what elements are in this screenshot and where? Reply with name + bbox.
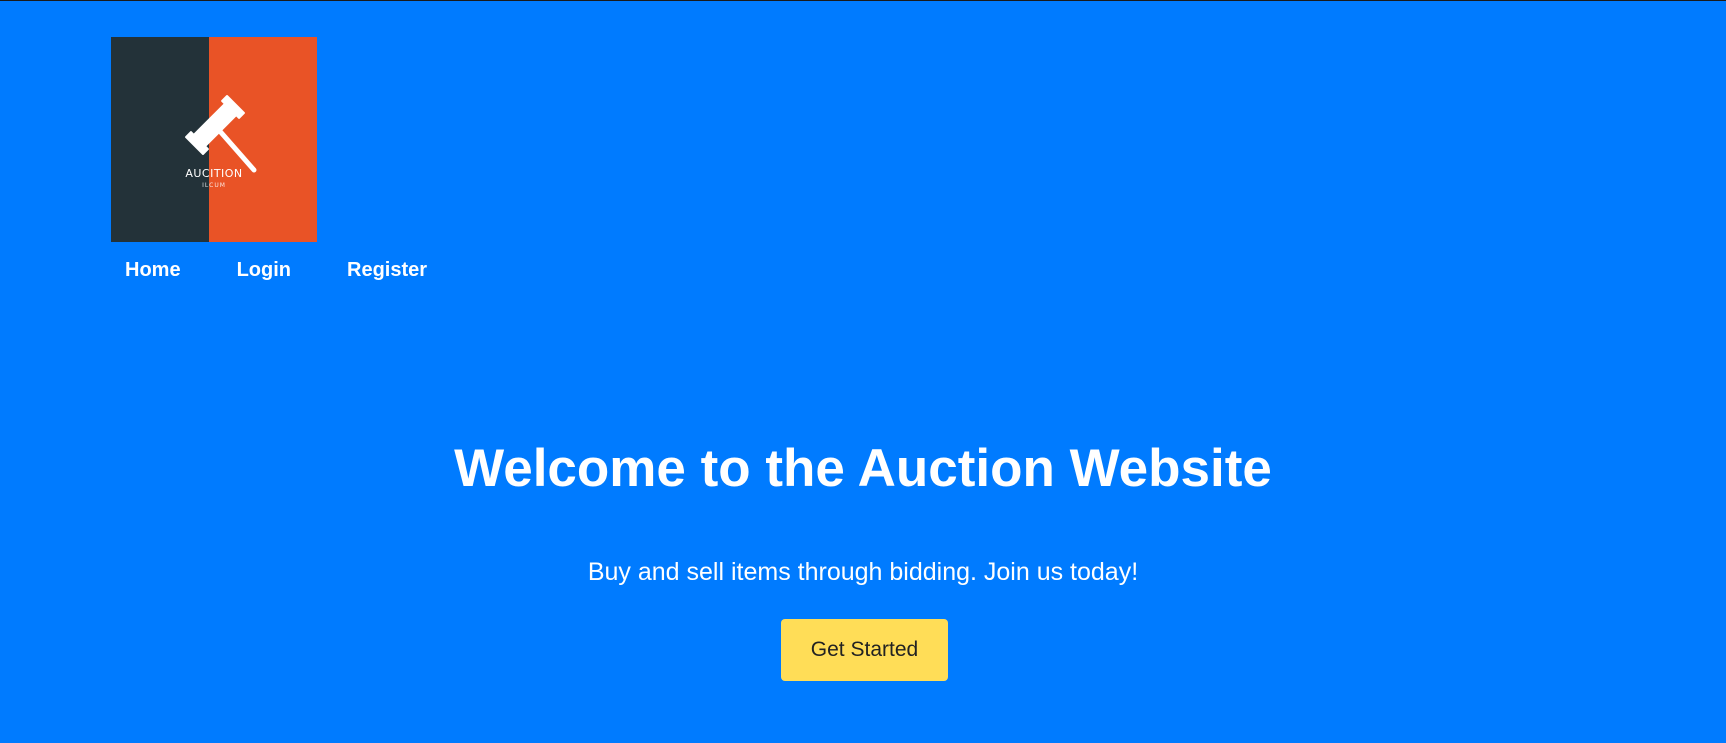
- hero-subtitle: Buy and sell items through bidding. Join…: [587, 558, 1139, 586]
- site-header: AUCITION ILCUM Home Login Register: [111, 37, 427, 281]
- nav-home-link[interactable]: Home: [125, 259, 181, 282]
- nav-register-link[interactable]: Register: [347, 259, 427, 282]
- hero-title: Welcome to the Auction Website: [454, 439, 1272, 498]
- site-logo[interactable]: AUCITION ILCUM: [111, 37, 317, 242]
- get-started-button[interactable]: Get Started: [781, 619, 948, 681]
- main-nav: Home Login Register: [125, 259, 483, 282]
- nav-login-link[interactable]: Login: [237, 259, 291, 282]
- gavel-logo-icon: [111, 37, 317, 242]
- page: AUCITION ILCUM Home Login Register Welco…: [0, 1, 1726, 743]
- hero-section: Welcome to the Auction Website Buy and s…: [0, 433, 1726, 586]
